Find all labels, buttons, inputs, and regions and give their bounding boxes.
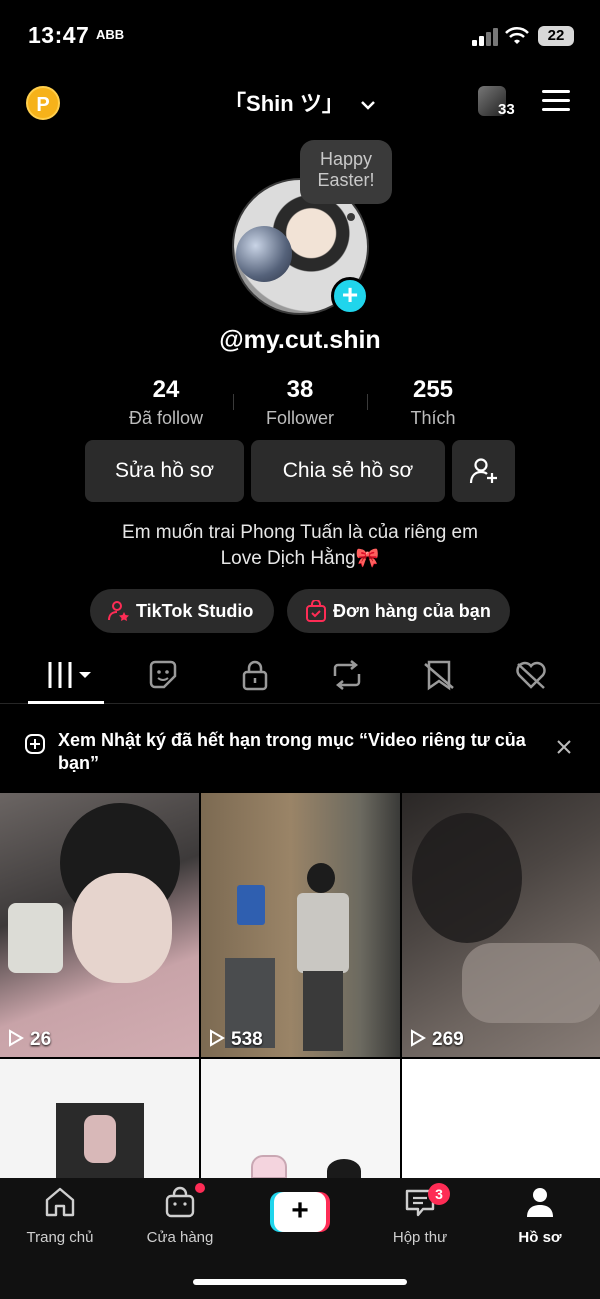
tab-favorites[interactable] bbox=[422, 658, 462, 692]
view-count: 26 bbox=[8, 1029, 51, 1051]
sticker-icon bbox=[149, 660, 177, 689]
balloon-decoration bbox=[236, 226, 292, 282]
tab-videos[interactable] bbox=[44, 658, 94, 692]
carrier-glyph: ABB bbox=[96, 27, 125, 42]
nav-home[interactable]: Trang chủ bbox=[0, 1186, 120, 1246]
view-count-value: 26 bbox=[30, 1029, 52, 1050]
share-profile-button[interactable]: Chia sẻ hồ sơ bbox=[251, 440, 445, 502]
view-count-value: 538 bbox=[231, 1029, 263, 1050]
note-bubble[interactable]: Happy Easter! bbox=[300, 140, 392, 204]
notice-text: Xem Nhật ký đã hết hạn trong mục “Video … bbox=[58, 730, 526, 773]
nav-label: Hồ sơ bbox=[518, 1229, 562, 1246]
tab-private[interactable] bbox=[238, 658, 278, 692]
profile-handle: @my.cut.shin bbox=[219, 326, 381, 354]
inbox-badge: 3 bbox=[428, 1183, 450, 1205]
account-username: 「Shin ツ」 bbox=[224, 91, 344, 116]
pill-label: TikTok Studio bbox=[136, 601, 254, 621]
profile-bio: Em muốn trai Phong Tuấn là của riêng em … bbox=[0, 520, 600, 572]
play-icon bbox=[411, 1029, 426, 1047]
video-thumbnail[interactable]: 26 bbox=[0, 793, 199, 1057]
wifi-icon bbox=[505, 26, 529, 44]
tab-liked[interactable] bbox=[514, 658, 554, 692]
edit-profile-button[interactable]: Sửa hồ sơ bbox=[85, 440, 244, 502]
friends-count: 33 bbox=[498, 101, 515, 118]
tab-stickers[interactable] bbox=[146, 658, 186, 692]
create-icon: + bbox=[274, 1192, 326, 1232]
chevron-down-icon bbox=[361, 101, 375, 110]
expired-diary-notice[interactable]: Xem Nhật ký đã hết hạn trong mục “Video … bbox=[0, 705, 600, 791]
view-count: 538 bbox=[209, 1029, 263, 1051]
stat-value: 38 bbox=[286, 376, 314, 403]
profile-icon bbox=[527, 1188, 553, 1217]
content-tabs bbox=[0, 650, 600, 704]
nav-label: Trang chủ bbox=[26, 1229, 94, 1246]
home-icon bbox=[45, 1187, 75, 1217]
signal-icon bbox=[472, 28, 500, 46]
bio-line: Em muốn trai Phong Tuấn là của riêng em bbox=[122, 522, 478, 543]
stat-label: Follower bbox=[265, 408, 335, 428]
stat-followers[interactable]: 38 Follower bbox=[233, 376, 367, 429]
nav-shop[interactable]: Cửa hàng bbox=[120, 1186, 240, 1246]
play-icon bbox=[210, 1029, 225, 1047]
studio-user-icon bbox=[108, 601, 129, 621]
stat-label: Thích bbox=[410, 408, 456, 428]
add-friend-button[interactable] bbox=[452, 440, 515, 502]
active-tab-indicator bbox=[28, 701, 104, 704]
create-button[interactable]: + bbox=[270, 1192, 330, 1232]
stat-following[interactable]: 24 Đã follow bbox=[99, 376, 233, 429]
liked-hidden-icon bbox=[516, 661, 546, 689]
shop-notification-dot bbox=[195, 1183, 205, 1193]
bag-icon bbox=[306, 600, 326, 622]
home-indicator bbox=[193, 1279, 407, 1285]
video-thumbnail[interactable] bbox=[402, 1059, 600, 1179]
nav-profile[interactable]: Hồ sơ bbox=[480, 1186, 600, 1246]
nav-inbox[interactable]: Hộp thư bbox=[360, 1186, 480, 1246]
tab-reposts[interactable] bbox=[330, 658, 370, 692]
orders-button[interactable]: Đơn hàng của bạn bbox=[287, 589, 510, 633]
repost-icon bbox=[333, 660, 361, 690]
stat-value: 255 bbox=[412, 376, 454, 403]
pill-label: Đơn hàng của bạn bbox=[333, 601, 491, 621]
play-icon bbox=[9, 1029, 24, 1047]
menu-icon[interactable] bbox=[542, 90, 570, 112]
lock-icon bbox=[242, 660, 268, 691]
video-thumbnail[interactable]: 269 bbox=[402, 793, 600, 1057]
add-story-button[interactable]: + bbox=[331, 277, 369, 315]
add-square-icon bbox=[25, 734, 45, 754]
grid-icon bbox=[48, 662, 91, 688]
stat-likes[interactable]: 255 Thích bbox=[366, 376, 500, 429]
note-bubble-tail bbox=[347, 213, 355, 221]
stat-label: Đã follow bbox=[128, 408, 204, 428]
status-time: 13:47 bbox=[28, 22, 90, 48]
stat-value: 24 bbox=[152, 376, 180, 403]
video-thumbnail[interactable] bbox=[0, 1059, 199, 1179]
bio-line: Love Dịch Hằng🎀 bbox=[220, 548, 380, 569]
tiktok-studio-button[interactable]: TikTok Studio bbox=[90, 589, 274, 633]
view-count-value: 269 bbox=[432, 1029, 464, 1050]
video-thumbnail[interactable] bbox=[201, 1059, 400, 1179]
status-bar: 13:47 ABB 22 bbox=[0, 0, 600, 70]
bookmark-hidden-icon bbox=[424, 660, 454, 691]
nav-label: Hộp thư bbox=[392, 1229, 448, 1246]
battery-indicator: 22 bbox=[538, 26, 574, 46]
add-user-icon bbox=[469, 458, 497, 484]
view-count: 269 bbox=[410, 1029, 464, 1051]
close-icon[interactable] bbox=[556, 739, 572, 755]
nav-label: Cửa hàng bbox=[146, 1229, 214, 1246]
shop-icon bbox=[165, 1186, 195, 1218]
video-thumbnail[interactable]: 538 bbox=[201, 793, 400, 1057]
